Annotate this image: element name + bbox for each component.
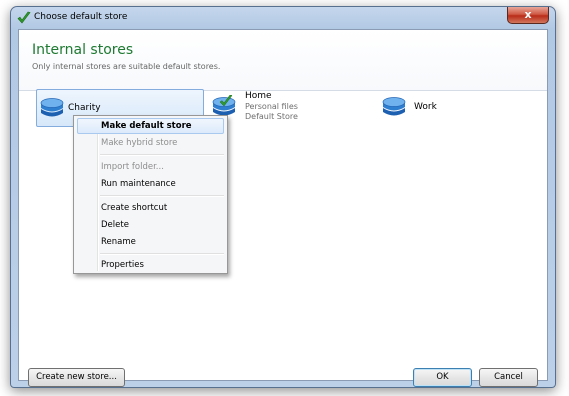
window-title: Choose default store bbox=[34, 12, 128, 22]
cancel-button[interactable]: Cancel bbox=[479, 368, 538, 387]
store-item-home[interactable]: Home Personal files Default Store bbox=[209, 89, 374, 127]
store-default-label: Default Store bbox=[245, 112, 298, 121]
store-description: Personal files bbox=[245, 102, 298, 111]
dialog-header: Internal stores Only internal stores are… bbox=[19, 30, 547, 91]
menu-item-delete[interactable]: Delete bbox=[77, 217, 224, 233]
menu-separator bbox=[100, 253, 224, 255]
page-title: Internal stores bbox=[32, 42, 134, 58]
menu-item-import-folder[interactable]: Import folder... bbox=[77, 159, 224, 175]
menu-item-make-hybrid-store[interactable]: Make hybrid store bbox=[77, 135, 224, 151]
menu-item-properties[interactable]: Properties bbox=[77, 257, 224, 273]
menu-item-make-default-store[interactable]: Make default store bbox=[77, 118, 224, 134]
store-name: Work bbox=[414, 102, 437, 112]
menu-separator bbox=[100, 195, 224, 197]
context-menu: Make default store Make hybrid store Imp… bbox=[73, 115, 228, 274]
menu-item-rename[interactable]: Rename bbox=[77, 234, 224, 250]
create-new-store-button[interactable]: Create new store... bbox=[28, 368, 125, 387]
title-bar[interactable]: Choose default store x bbox=[11, 7, 555, 29]
store-item-work[interactable]: Work bbox=[379, 89, 539, 127]
store-stack-icon bbox=[382, 97, 406, 116]
page-subtitle: Only internal stores are suitable defaul… bbox=[32, 62, 221, 71]
green-checkmark-icon bbox=[17, 11, 31, 24]
close-icon: x bbox=[524, 8, 532, 21]
menu-separator bbox=[100, 154, 224, 156]
store-name: Home bbox=[245, 91, 272, 101]
menu-item-run-maintenance[interactable]: Run maintenance bbox=[77, 176, 224, 192]
close-button[interactable]: x bbox=[507, 7, 549, 24]
ok-button[interactable]: OK bbox=[413, 368, 472, 387]
store-name: Charity bbox=[68, 103, 101, 113]
menu-item-create-shortcut[interactable]: Create shortcut bbox=[77, 200, 224, 216]
store-stack-icon bbox=[40, 98, 64, 117]
